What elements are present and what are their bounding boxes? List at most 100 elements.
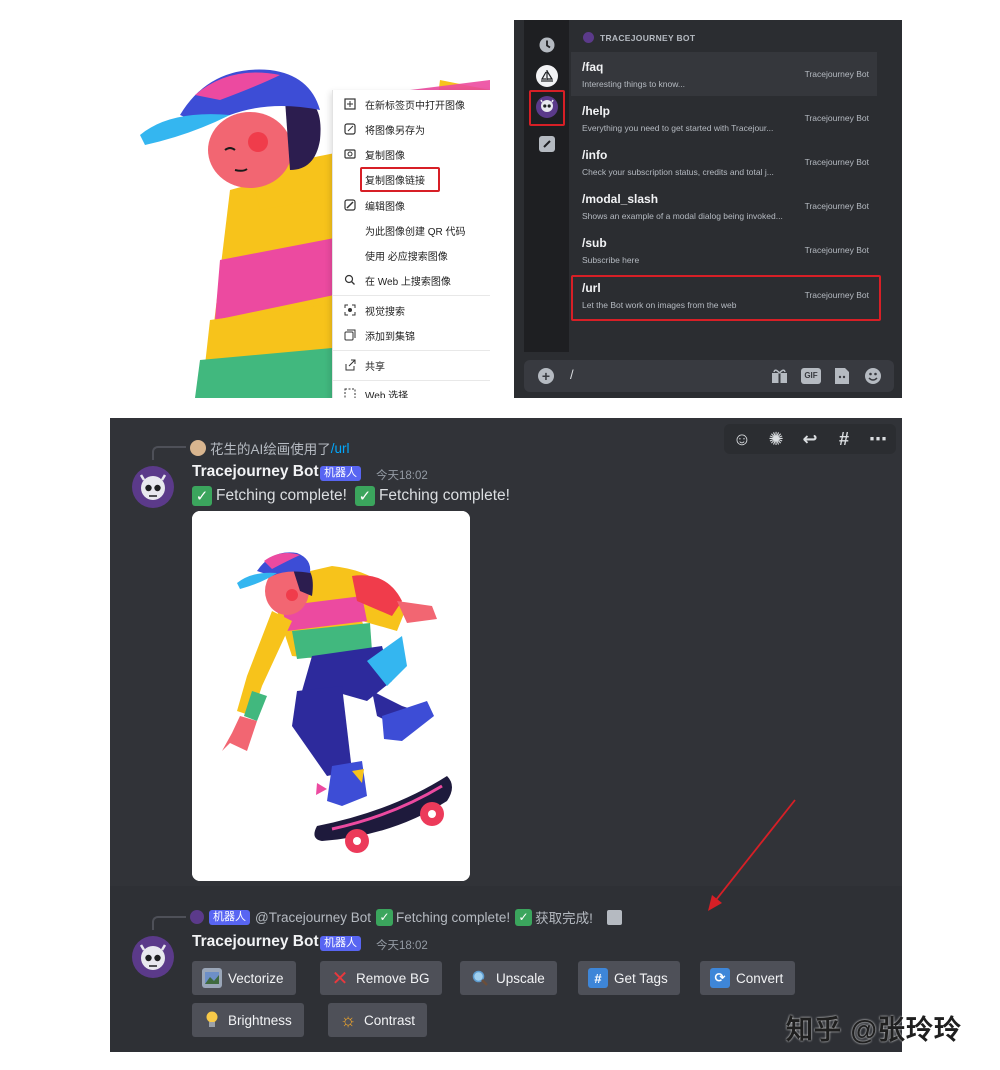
command-list-title: TRACEJOURNEY BOT (600, 32, 696, 43)
bot-badge: 机器人 (209, 909, 250, 925)
menu-item-save-image[interactable]: 将图像另存为 (333, 117, 490, 141)
command-row-modal-slash[interactable]: /modal_slash Shows an example of a modal… (571, 184, 877, 228)
menu-item-copy-image[interactable]: 复制图像 (333, 142, 490, 166)
message-content: ✓ Fetching complete! ✓ Fetching complete… (192, 486, 510, 506)
bot-username[interactable]: Tracejourney Bot (192, 463, 319, 481)
menu-divider (333, 295, 490, 296)
hash-icon: # (588, 968, 608, 988)
menu-item-share[interactable]: 共享 (333, 353, 490, 377)
button-label: Get Tags (614, 970, 668, 986)
check-icon: ✓ (376, 908, 394, 926)
web-search-icon (343, 273, 357, 287)
refresh-icon: ⟳ (710, 968, 730, 988)
composite-screenshot: 在新标签页中打开图像 将图像另存为 复制图像 复制图像链接 编辑图像 为此图像创… (0, 0, 1000, 1070)
add-attachment-icon[interactable]: + (538, 368, 554, 384)
sailboat-app-icon[interactable] (536, 65, 558, 87)
button-label: Brightness (228, 1012, 292, 1028)
menu-item-qr-code[interactable]: 为此图像创建 QR 代码 (333, 218, 490, 242)
highlight-box-url (571, 275, 881, 321)
discord-command-panel: TRACEJOURNEY BOT /faq Interesting things… (514, 20, 902, 398)
check-icon: ✓ (354, 486, 375, 506)
menu-item-web-select[interactable]: Web 选择 (333, 382, 490, 398)
button-label: Upscale (496, 970, 545, 986)
recent-icon[interactable] (536, 34, 558, 56)
menu-item-label: 编辑图像 (365, 201, 405, 213)
composer-input[interactable]: / (570, 367, 574, 382)
bot-avatar[interactable] (132, 466, 174, 508)
menu-item-label: 使用 必应搜索图像 (365, 251, 448, 263)
convert-button[interactable]: ⟳ Convert (700, 961, 796, 995)
reply-mention[interactable]: @Tracejourney Bot (255, 910, 371, 925)
menu-item-label: 为此图像创建 QR 代码 (365, 226, 466, 238)
edit-app-icon[interactable] (539, 136, 555, 152)
command-name: /modal_slash (582, 192, 659, 206)
super-reaction-icon[interactable]: ✺ (764, 429, 788, 449)
browser-image-panel: 在新标签页中打开图像 将图像另存为 复制图像 复制图像链接 编辑图像 为此图像创… (110, 20, 490, 398)
menu-divider (333, 380, 490, 381)
collection-icon (343, 328, 357, 342)
menu-item-visual-search[interactable]: 视觉搜索 (333, 298, 490, 322)
message-composer[interactable]: + / GIF (524, 360, 894, 392)
vectorize-button[interactable]: Vectorize (192, 961, 296, 995)
copy-image-icon (343, 147, 357, 161)
remove-bg-button[interactable]: ✕ Remove BG (320, 961, 442, 995)
user-avatar-small (190, 440, 206, 456)
web-select-icon (343, 387, 357, 398)
sticker-icon[interactable] (834, 367, 850, 390)
bot-username[interactable]: Tracejourney Bot (192, 933, 319, 951)
button-label: Convert (736, 970, 784, 986)
message-toolbar: ☺ ✺ ↩ # ⋯ (724, 424, 896, 454)
brightness-button[interactable]: Brightness (192, 1003, 304, 1037)
discord-chat-panel: ☺ ✺ ↩ # ⋯ 花生的AI绘画使用了 /url Tracejourney B… (110, 418, 902, 1052)
menu-item-label: Web 选择 (365, 390, 409, 399)
visual-search-icon (343, 303, 357, 317)
command-row-sub[interactable]: /sub Subscribe here Tracejourney Bot (571, 228, 877, 272)
command-row-help[interactable]: /help Everything you need to get started… (571, 96, 877, 140)
context-menu: 在新标签页中打开图像 将图像另存为 复制图像 复制图像链接 编辑图像 为此图像创… (332, 90, 490, 398)
reply-icon[interactable]: ↩ (798, 429, 822, 449)
menu-item-open-new-tab[interactable]: 在新标签页中打开图像 (333, 92, 490, 116)
save-image-icon (343, 122, 357, 136)
gif-icon[interactable]: GIF (801, 368, 821, 384)
upscale-button[interactable]: Upscale (460, 961, 557, 995)
menu-divider (333, 350, 490, 351)
contrast-button[interactable]: ☼ Contrast (328, 1003, 428, 1037)
edit-image-icon (343, 198, 357, 212)
emoji-icon[interactable] (864, 367, 882, 390)
check-icon: ✓ (192, 486, 212, 506)
menu-item-bing-search[interactable]: 使用 必应搜索图像 (333, 243, 490, 267)
get-tags-button[interactable]: # Get Tags (578, 961, 680, 995)
menu-item-label: 添加到集锦 (365, 331, 415, 343)
magnifier-icon (470, 968, 490, 988)
bot-badge: 机器人 (320, 466, 361, 481)
bot-avatar[interactable] (132, 936, 174, 978)
watermark-text: 知乎 @张玲玲 (786, 1015, 962, 1045)
command-desc: Everything you need to get started with … (582, 123, 774, 133)
reply-preview[interactable]: 花生的AI绘画使用了 /url (190, 438, 350, 458)
button-label: Remove BG (356, 970, 430, 986)
gift-icon[interactable] (771, 368, 788, 389)
new-tab-icon (343, 97, 357, 111)
thread-icon[interactable]: # (832, 429, 856, 449)
reply-command[interactable]: /url (331, 441, 350, 456)
menu-item-web-search[interactable]: 在 Web 上搜索图像 (333, 268, 490, 292)
more-icon[interactable]: ⋯ (866, 429, 890, 449)
command-name: /info (582, 148, 608, 162)
reply-connector (152, 916, 186, 930)
bot-badge: 机器人 (320, 936, 361, 951)
edit-pencil-icon (606, 909, 622, 925)
vectorize-icon (202, 968, 222, 988)
menu-item-add-collection[interactable]: 添加到集锦 (333, 323, 490, 347)
command-name: /sub (582, 236, 607, 250)
message-timestamp: 今天18:02 (376, 470, 428, 482)
menu-item-edit-image[interactable]: 编辑图像 (333, 193, 490, 217)
add-reaction-icon[interactable]: ☺ (730, 429, 754, 449)
command-row-info[interactable]: /info Check your subscription status, cr… (571, 140, 877, 184)
reply-preview[interactable]: 机器人 @Tracejourney Bot ✓ Fetching complet… (190, 907, 622, 927)
command-row-faq[interactable]: /faq Interesting things to know... Trace… (571, 52, 877, 96)
bot-small-icon (190, 910, 204, 924)
reply-text: Fetching complete! (396, 909, 511, 925)
share-icon (343, 358, 357, 372)
highlight-box-copy-link (360, 167, 440, 192)
attached-image[interactable] (192, 511, 470, 881)
